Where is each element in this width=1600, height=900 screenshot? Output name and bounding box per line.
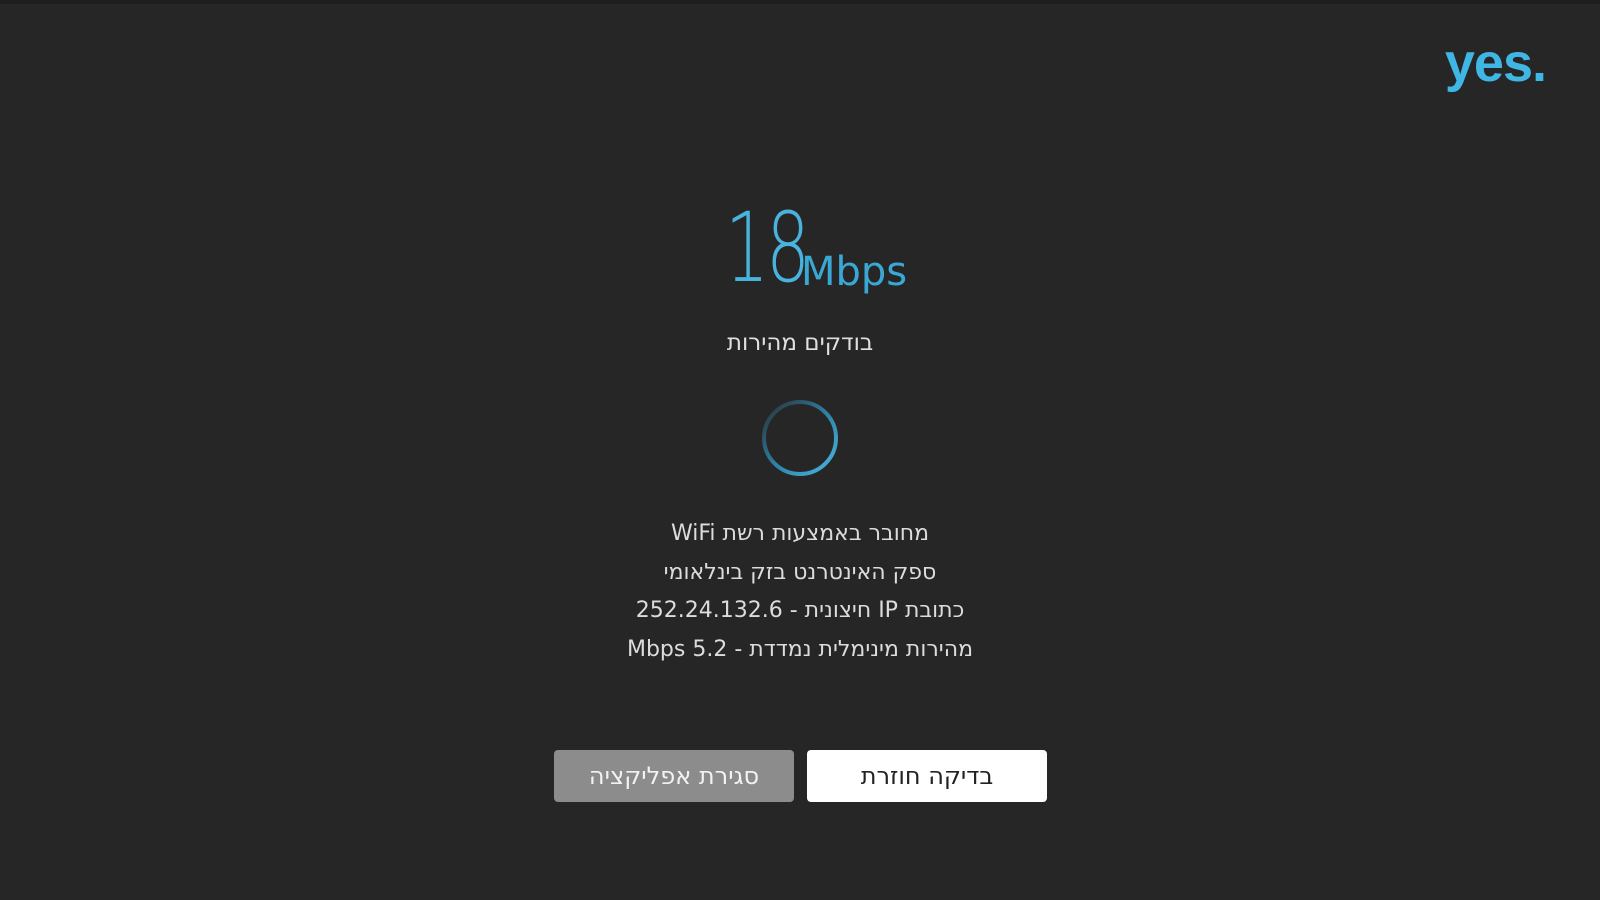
speed-test-screen: yes. 18 Mbps בודקים מהירות מחובר באמצעות…: [0, 0, 1600, 900]
retry-test-button[interactable]: בדיקה חוזרת: [807, 750, 1047, 802]
yes-logo: yes.: [1444, 33, 1547, 93]
top-edge-divider: [0, 0, 1600, 4]
close-app-button[interactable]: סגירת אפליקציה: [554, 750, 794, 802]
info-line-provider: ספק האינטרנט בזק בינלאומי: [663, 559, 937, 585]
info-line-network: מחובר באמצעות רשת WiFi: [670, 521, 930, 546]
info-line-min-speed: מהירות מינימלית נמדדת - Mbps 5.2: [626, 636, 974, 662]
info-line-ip: כתובת IP חיצונית - 252.24.132.6: [635, 598, 965, 623]
loading-spinner-icon: [762, 400, 838, 476]
status-text: בודקים מהירות: [726, 330, 874, 356]
speed-value: 18: [724, 192, 810, 304]
action-buttons: סגירת אפליקציה בדיקה חוזרת: [0, 750, 1600, 802]
connection-info: מחובר באמצעות רשת WiFi ספק האינטרנט בזק …: [0, 515, 1600, 669]
speed-unit: Mbps: [801, 249, 908, 295]
speed-readout: 18 Mbps: [0, 200, 1600, 296]
